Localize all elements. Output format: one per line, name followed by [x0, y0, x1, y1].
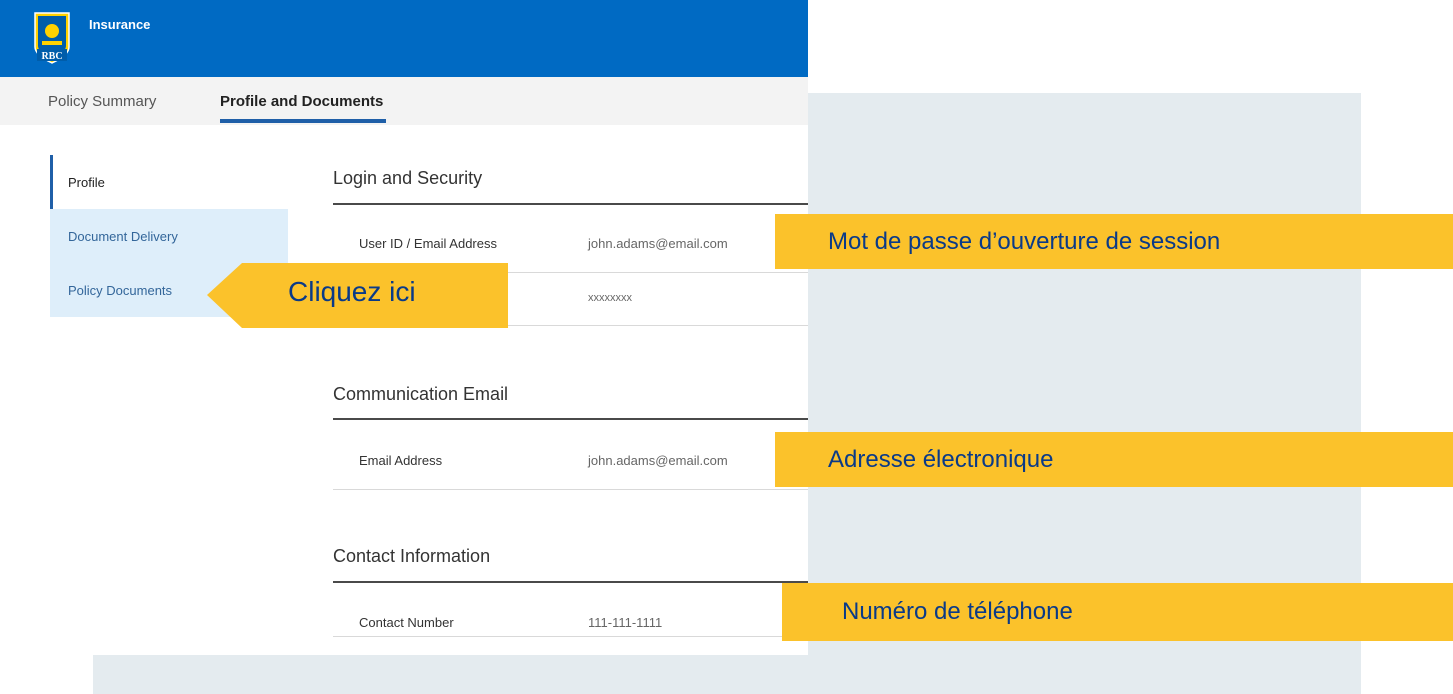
annotation-login-password: Mot de passe d’ouverture de session [775, 214, 1453, 269]
field-label-contact-number: Contact Number [359, 615, 454, 630]
logo-text: RBC [41, 51, 62, 62]
field-value-contact-number: 111-111-1111 [588, 615, 663, 630]
annotation-email-text: Adresse électronique [828, 445, 1054, 473]
annotation-login-password-text: Mot de passe d’ouverture de session [828, 227, 1221, 255]
field-label-email: Email Address [359, 453, 443, 468]
click-here-label: Cliquez ici [288, 276, 416, 307]
active-tab-indicator [220, 119, 386, 123]
row-divider [333, 489, 808, 490]
section-title-communication-email: Communication Email [333, 384, 509, 404]
section-title-login-security: Login and Security [333, 168, 483, 188]
row-divider [333, 636, 808, 637]
annotation-phone-text: Numéro de téléphone [842, 598, 1073, 625]
tab-policy-summary[interactable]: Policy Summary [48, 93, 156, 110]
section-divider [333, 418, 808, 420]
tab-profile-and-documents[interactable]: Profile and Documents [220, 93, 383, 110]
sidebar-item-label: Profile [68, 174, 105, 190]
annotation-phone: Numéro de téléphone [782, 583, 1453, 641]
sidebar-item-profile[interactable]: Profile [50, 155, 288, 209]
sidebar-item-label: Document Delivery [68, 228, 178, 244]
field-value-password: xxxxxxxx [588, 292, 632, 304]
field-label-user-id: User ID / Email Address [359, 236, 497, 251]
tab-bar: Policy Summary Profile and Documents [0, 77, 808, 125]
section-divider [333, 581, 808, 583]
annotation-background-strip [93, 655, 1361, 694]
sidebar-item-document-delivery[interactable]: Document Delivery [50, 209, 288, 263]
rbc-logo-icon[interactable]: RBC [33, 11, 71, 65]
app-title: Insurance [89, 17, 151, 32]
section-divider [333, 203, 808, 205]
field-value-email: john.adams@email.com [588, 453, 728, 468]
annotation-email: Adresse électronique [775, 432, 1453, 487]
sidebar-item-label: Policy Documents [68, 282, 173, 298]
top-header-bar: RBC Insurance [0, 0, 808, 77]
field-value-user-id: john.adams@email.com [588, 236, 728, 251]
section-title-contact-information: Contact Information [333, 546, 491, 566]
